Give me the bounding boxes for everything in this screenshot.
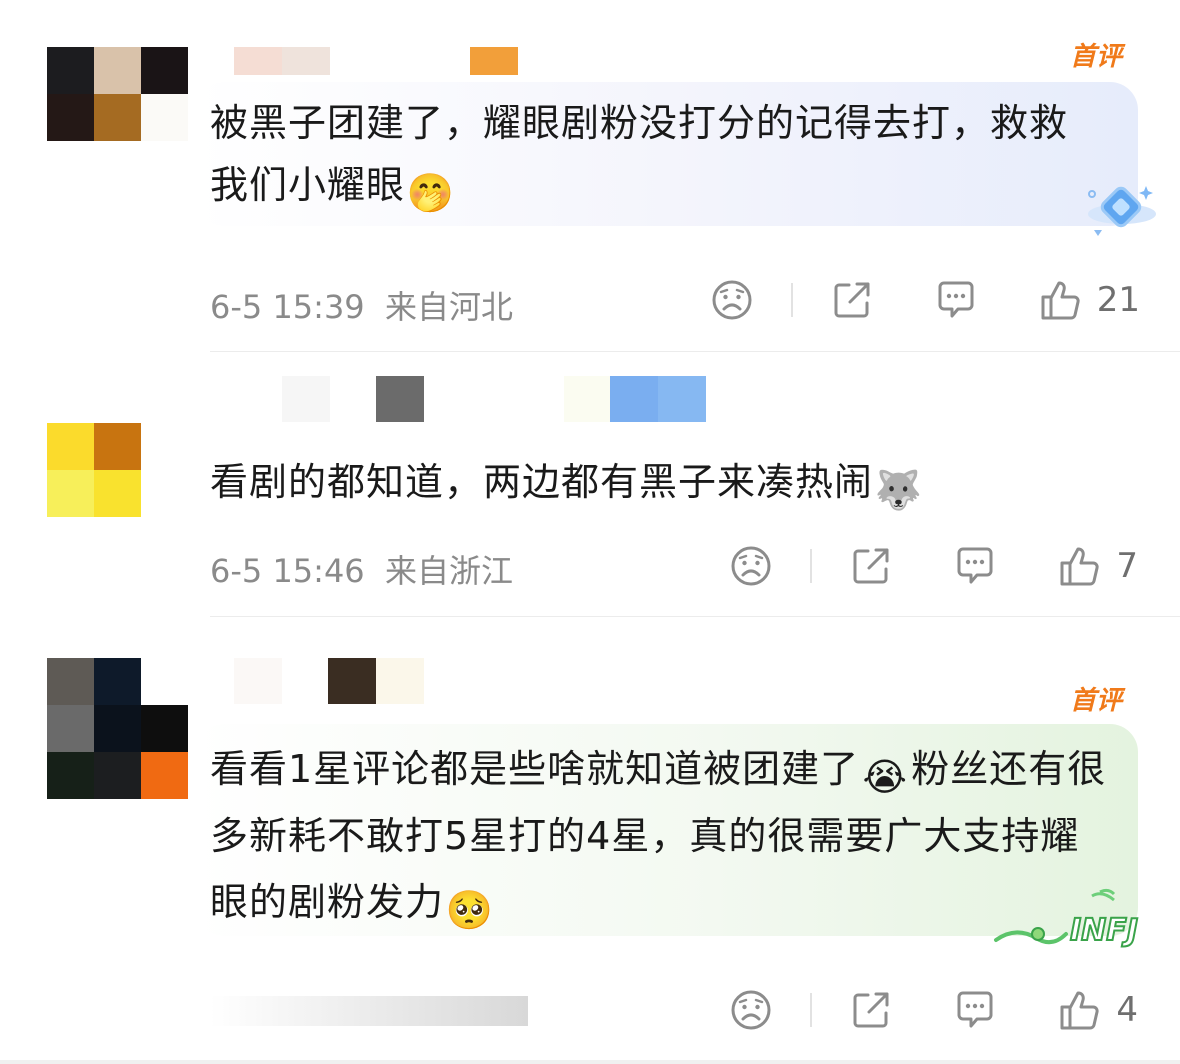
- reply-comment-icon[interactable]: [952, 987, 998, 1033]
- comment-item: 首评 被黑子团建了，耀眼剧粉没打分的记得去打，救救我们小耀眼🤭 6-5 15:3…: [0, 0, 1180, 352]
- username-blurred[interactable]: [282, 376, 706, 422]
- first-comment-badge: 首评: [1069, 686, 1122, 716]
- avatar[interactable]: [47, 423, 188, 517]
- avatar[interactable]: [47, 47, 188, 141]
- reply-comment-icon[interactable]: [933, 277, 979, 323]
- dislike-face-icon[interactable]: [709, 277, 755, 323]
- divider-line: [0, 1060, 1180, 1064]
- comment-location: 来自河北: [385, 288, 514, 326]
- diamond-sticker-icon: [1088, 186, 1156, 236]
- first-comment-badge: 首评: [1069, 42, 1122, 72]
- share-icon[interactable]: [829, 277, 875, 323]
- emoji-pleading: 🥺: [445, 888, 495, 932]
- like-count: 21: [1096, 280, 1140, 320]
- like-thumb-icon[interactable]: [1037, 277, 1083, 323]
- meta-blurred: [210, 996, 528, 1026]
- comment-text-content: 被黑子团建了，耀眼剧粉没打分的记得去打，救救我们小耀眼: [210, 101, 1069, 207]
- comment-actions: 21: [651, 276, 1140, 324]
- dislike-face-icon[interactable]: [728, 987, 774, 1033]
- username-blurred[interactable]: [234, 658, 424, 704]
- divider-line: [810, 549, 813, 583]
- comment-time: 6-5 15:46: [210, 552, 365, 590]
- like-count: 7: [1116, 546, 1138, 586]
- divider-line: [210, 616, 1180, 617]
- dislike-face-icon[interactable]: [728, 543, 774, 589]
- comment-text-content: 看剧的都知道，两边都有黑子来凑热闹: [210, 460, 874, 504]
- share-icon[interactable]: [848, 543, 894, 589]
- comment-time: 6-5 15:39: [210, 288, 365, 326]
- like-count: 4: [1116, 990, 1138, 1030]
- reply-comment-icon[interactable]: [952, 543, 998, 589]
- emoji-cover-mouth: 🤭: [406, 171, 456, 215]
- comment-actions: 4: [670, 986, 1138, 1034]
- username-blurred[interactable]: [234, 47, 518, 75]
- comment-meta: 6-5 15:46 来自浙江: [210, 546, 513, 592]
- comment-actions: 7: [670, 542, 1138, 590]
- infj-sticker-text: INFJ: [1070, 913, 1138, 948]
- comment-location: 来自浙江: [385, 552, 514, 590]
- like-thumb-icon[interactable]: [1056, 543, 1102, 589]
- comment-text: 看剧的都知道，两边都有黑子来凑热闹🐺: [210, 451, 1120, 516]
- comment-item: 看剧的都知道，两边都有黑子来凑热闹🐺 6-5 15:46 来自浙江 7: [0, 352, 1180, 638]
- share-icon[interactable]: [848, 987, 894, 1033]
- emoji-crying: 😭: [862, 755, 908, 799]
- comment-meta: 6-5 15:39 来自河北: [210, 282, 513, 328]
- comment-item: 首评 看看1星评论都是些啥就知道被团建了😭粉丝还有很多新耗不敢打5星打的4星，真…: [0, 638, 1180, 1064]
- comment-text-content: 看看1星评论都是些啥就知道被团建了: [210, 747, 860, 791]
- avatar[interactable]: [47, 658, 188, 799]
- emoji-husky: 🐺: [874, 468, 924, 512]
- comment-text: 被黑子团建了，耀眼剧粉没打分的记得去打，救救我们小耀眼🤭: [210, 92, 1100, 219]
- divider-line: [790, 283, 793, 317]
- infj-sticker-icon: INFJ: [994, 888, 1139, 949]
- like-thumb-icon[interactable]: [1056, 987, 1102, 1033]
- divider-line: [810, 993, 813, 1027]
- comment-text: 看看1星评论都是些啥就知道被团建了😭粉丝还有很多新耗不敢打5星打的4星，真的很需…: [210, 736, 1110, 936]
